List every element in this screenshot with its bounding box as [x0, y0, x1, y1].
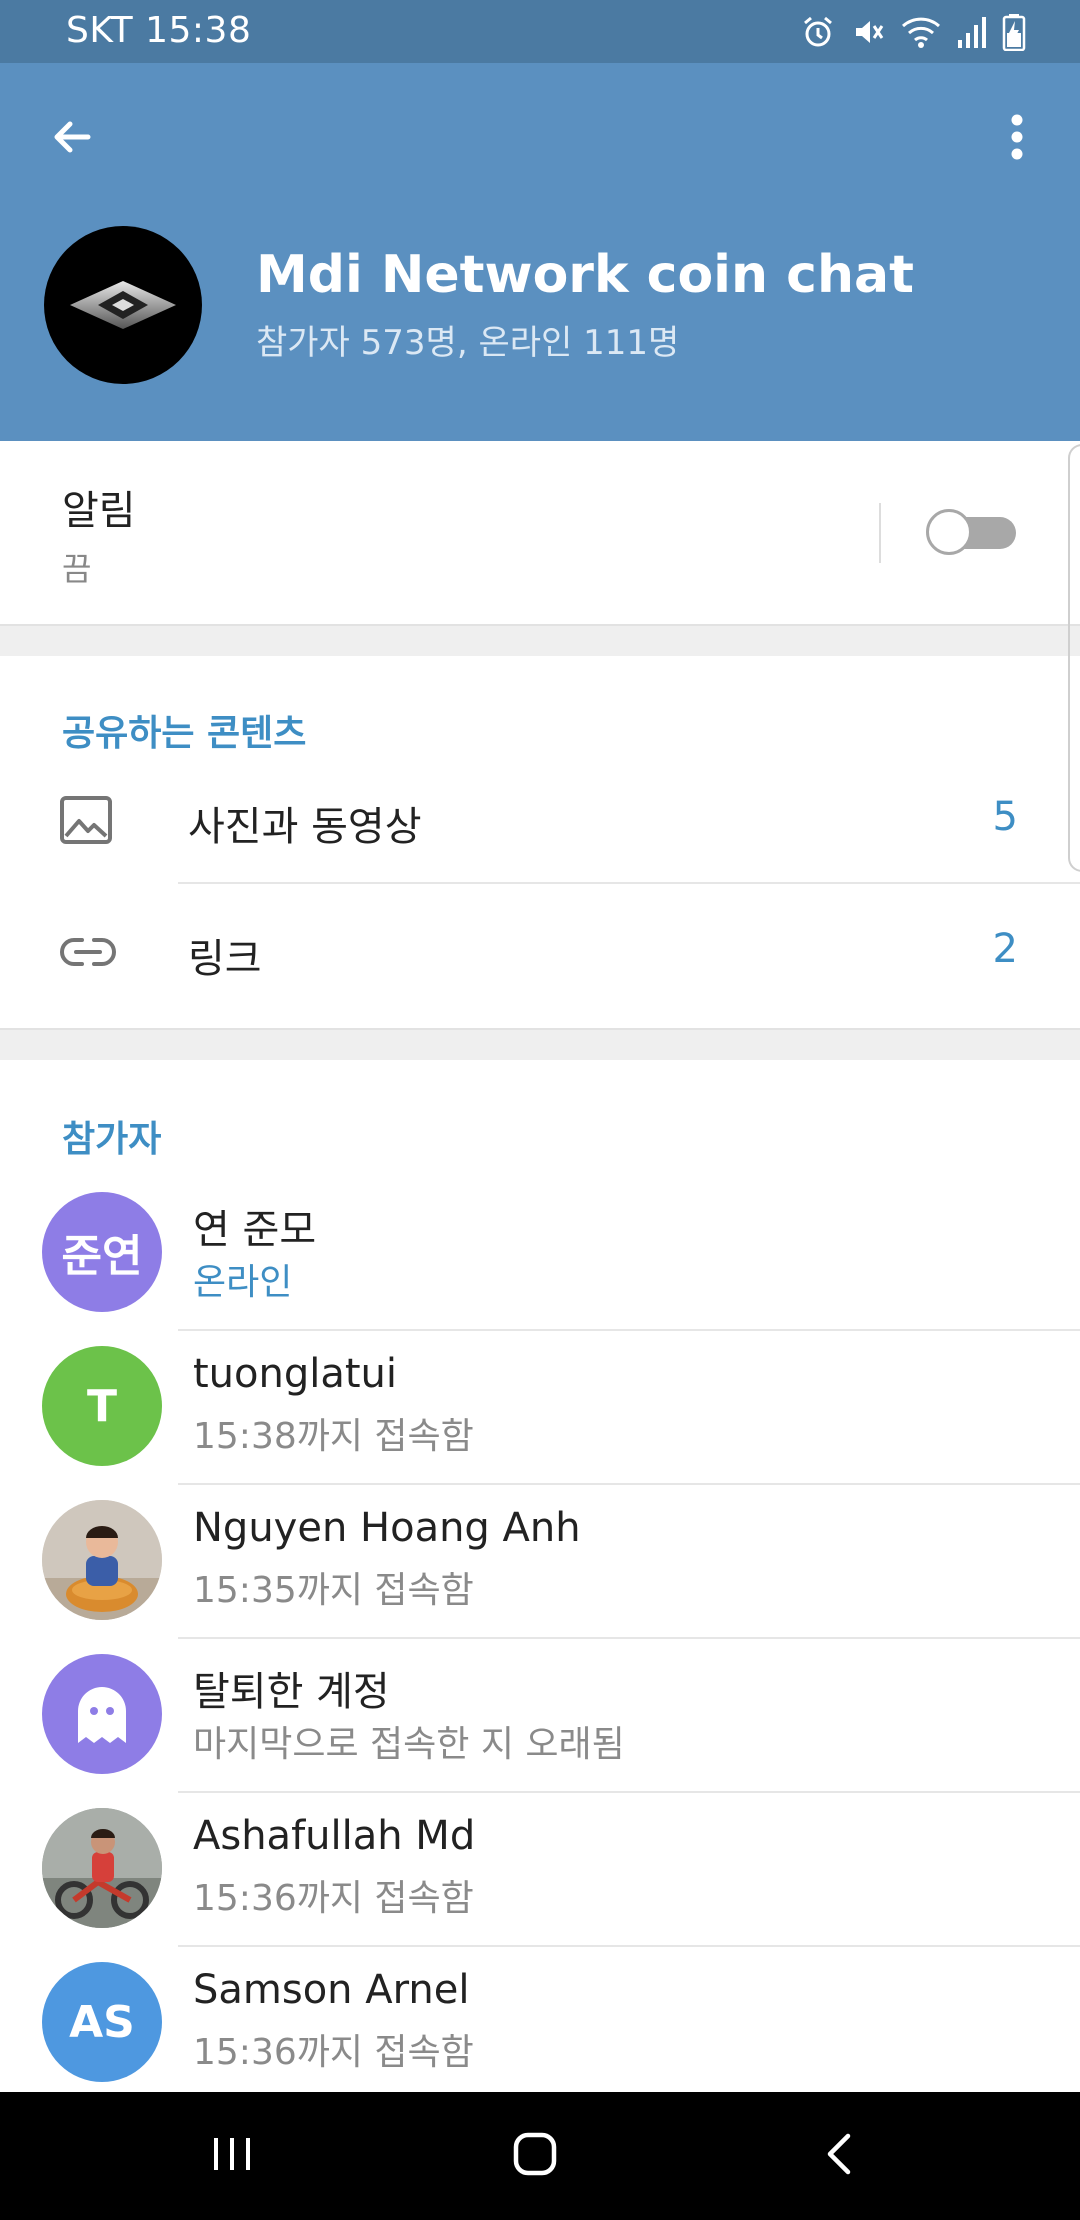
shared-links-row[interactable]: 링크 2 [0, 884, 1080, 1016]
group-logo-icon [70, 281, 176, 329]
more-options-button[interactable] [990, 103, 1044, 175]
shared-links-count: 2 [992, 926, 1018, 972]
member-name: 탈퇴한 계정 [193, 1669, 390, 1715]
system-nav-bar [0, 2092, 1080, 2220]
member-status: 15:36까지 접속함 [193, 2032, 474, 2073]
member-status: 마지막으로 접속한 지 오래됨 [193, 1724, 625, 1765]
member-name: tuonglatui [193, 1351, 398, 1397]
child-bike-photo-icon [42, 1808, 162, 1928]
shared-links-label: 링크 [188, 936, 262, 982]
member-status: 온라인 [193, 1262, 293, 1303]
back-button[interactable] [36, 103, 108, 175]
status-icons [800, 12, 1026, 52]
notifications-label: 알림 [62, 488, 136, 534]
carrier-time: SKT 15:38 [66, 10, 252, 51]
notifications-row[interactable]: 알림 끔 [0, 441, 1080, 624]
section-gap [0, 1028, 1080, 1060]
member-row[interactable]: Ashafullah Md 15:36까지 접속함 [0, 1793, 1080, 1947]
section-gap [0, 624, 1080, 656]
baby-photo-icon [42, 1500, 162, 1620]
recent-apps-button[interactable] [202, 2126, 262, 2186]
member-row[interactable]: T tuonglatui 15:38까지 접속함 [0, 1331, 1080, 1485]
back-arrow-icon [48, 113, 96, 165]
nav-back-button[interactable] [808, 2126, 868, 2186]
avatar: 준연 [42, 1192, 162, 1312]
back-icon [820, 2130, 856, 2182]
image-icon [58, 792, 114, 848]
ghost-icon [78, 1687, 126, 1743]
member-name: 연 준모 [193, 1207, 317, 1253]
group-member-count: 참가자 573명, 온라인 111명 [256, 323, 680, 363]
divider [879, 503, 881, 563]
chat-profile-header: Mdi Network coin chat 참가자 573명, 온라인 111명 [0, 63, 1080, 441]
group-avatar[interactable] [44, 226, 202, 384]
link-icon [58, 924, 116, 980]
wifi-icon [900, 14, 942, 50]
shared-content-title: 공유하는 콘텐츠 [62, 713, 307, 754]
home-button[interactable] [505, 2126, 565, 2186]
notifications-value: 끔 [62, 550, 92, 588]
shared-media-label: 사진과 동영상 [188, 804, 422, 850]
member-row[interactable]: Nguyen Hoang Anh 15:35까지 접속함 [0, 1485, 1080, 1639]
group-title: Mdi Network coin chat [256, 245, 914, 305]
shared-media-row[interactable]: 사진과 동영상 5 [0, 752, 1080, 884]
member-row[interactable]: 준연 연 준모 온라인 [0, 1177, 1080, 1331]
member-name: Ashafullah Md [193, 1813, 476, 1859]
more-vertical-icon [1010, 113, 1024, 165]
battery-charging-icon [1002, 13, 1026, 51]
status-bar: SKT 15:38 [0, 0, 1080, 63]
notifications-toggle[interactable] [926, 509, 1016, 555]
members-title: 참가자 [62, 1119, 162, 1160]
avatar [42, 1654, 162, 1774]
member-name: Nguyen Hoang Anh [193, 1505, 581, 1551]
member-status: 15:36까지 접속함 [193, 1878, 474, 1919]
vibrate-mute-icon [850, 14, 886, 50]
scroll-indicator[interactable] [1068, 444, 1080, 872]
home-icon [511, 2130, 559, 2182]
alarm-icon [800, 14, 836, 50]
avatar: T [42, 1346, 162, 1466]
member-status: 15:38까지 접속함 [193, 1416, 474, 1457]
avatar [42, 1500, 162, 1620]
member-row[interactable]: 탈퇴한 계정 마지막으로 접속한 지 오래됨 [0, 1639, 1080, 1793]
toggle-knob [926, 509, 972, 555]
shared-media-count: 5 [992, 794, 1018, 840]
recent-apps-icon [210, 2134, 254, 2178]
members-section: 참가자 준연 연 준모 온라인 T tuonglatui 15:38까지 접속함… [0, 1060, 1080, 2101]
member-name: Samson Arnel [193, 1967, 470, 2013]
member-status: 15:35까지 접속함 [193, 1570, 474, 1611]
shared-content-section: 공유하는 콘텐츠 사진과 동영상 5 링크 2 [0, 656, 1080, 1028]
avatar: AS [42, 1962, 162, 2082]
member-row[interactable]: AS Samson Arnel 15:36까지 접속함 [0, 1947, 1080, 2101]
signal-icon [956, 14, 988, 50]
avatar [42, 1808, 162, 1928]
